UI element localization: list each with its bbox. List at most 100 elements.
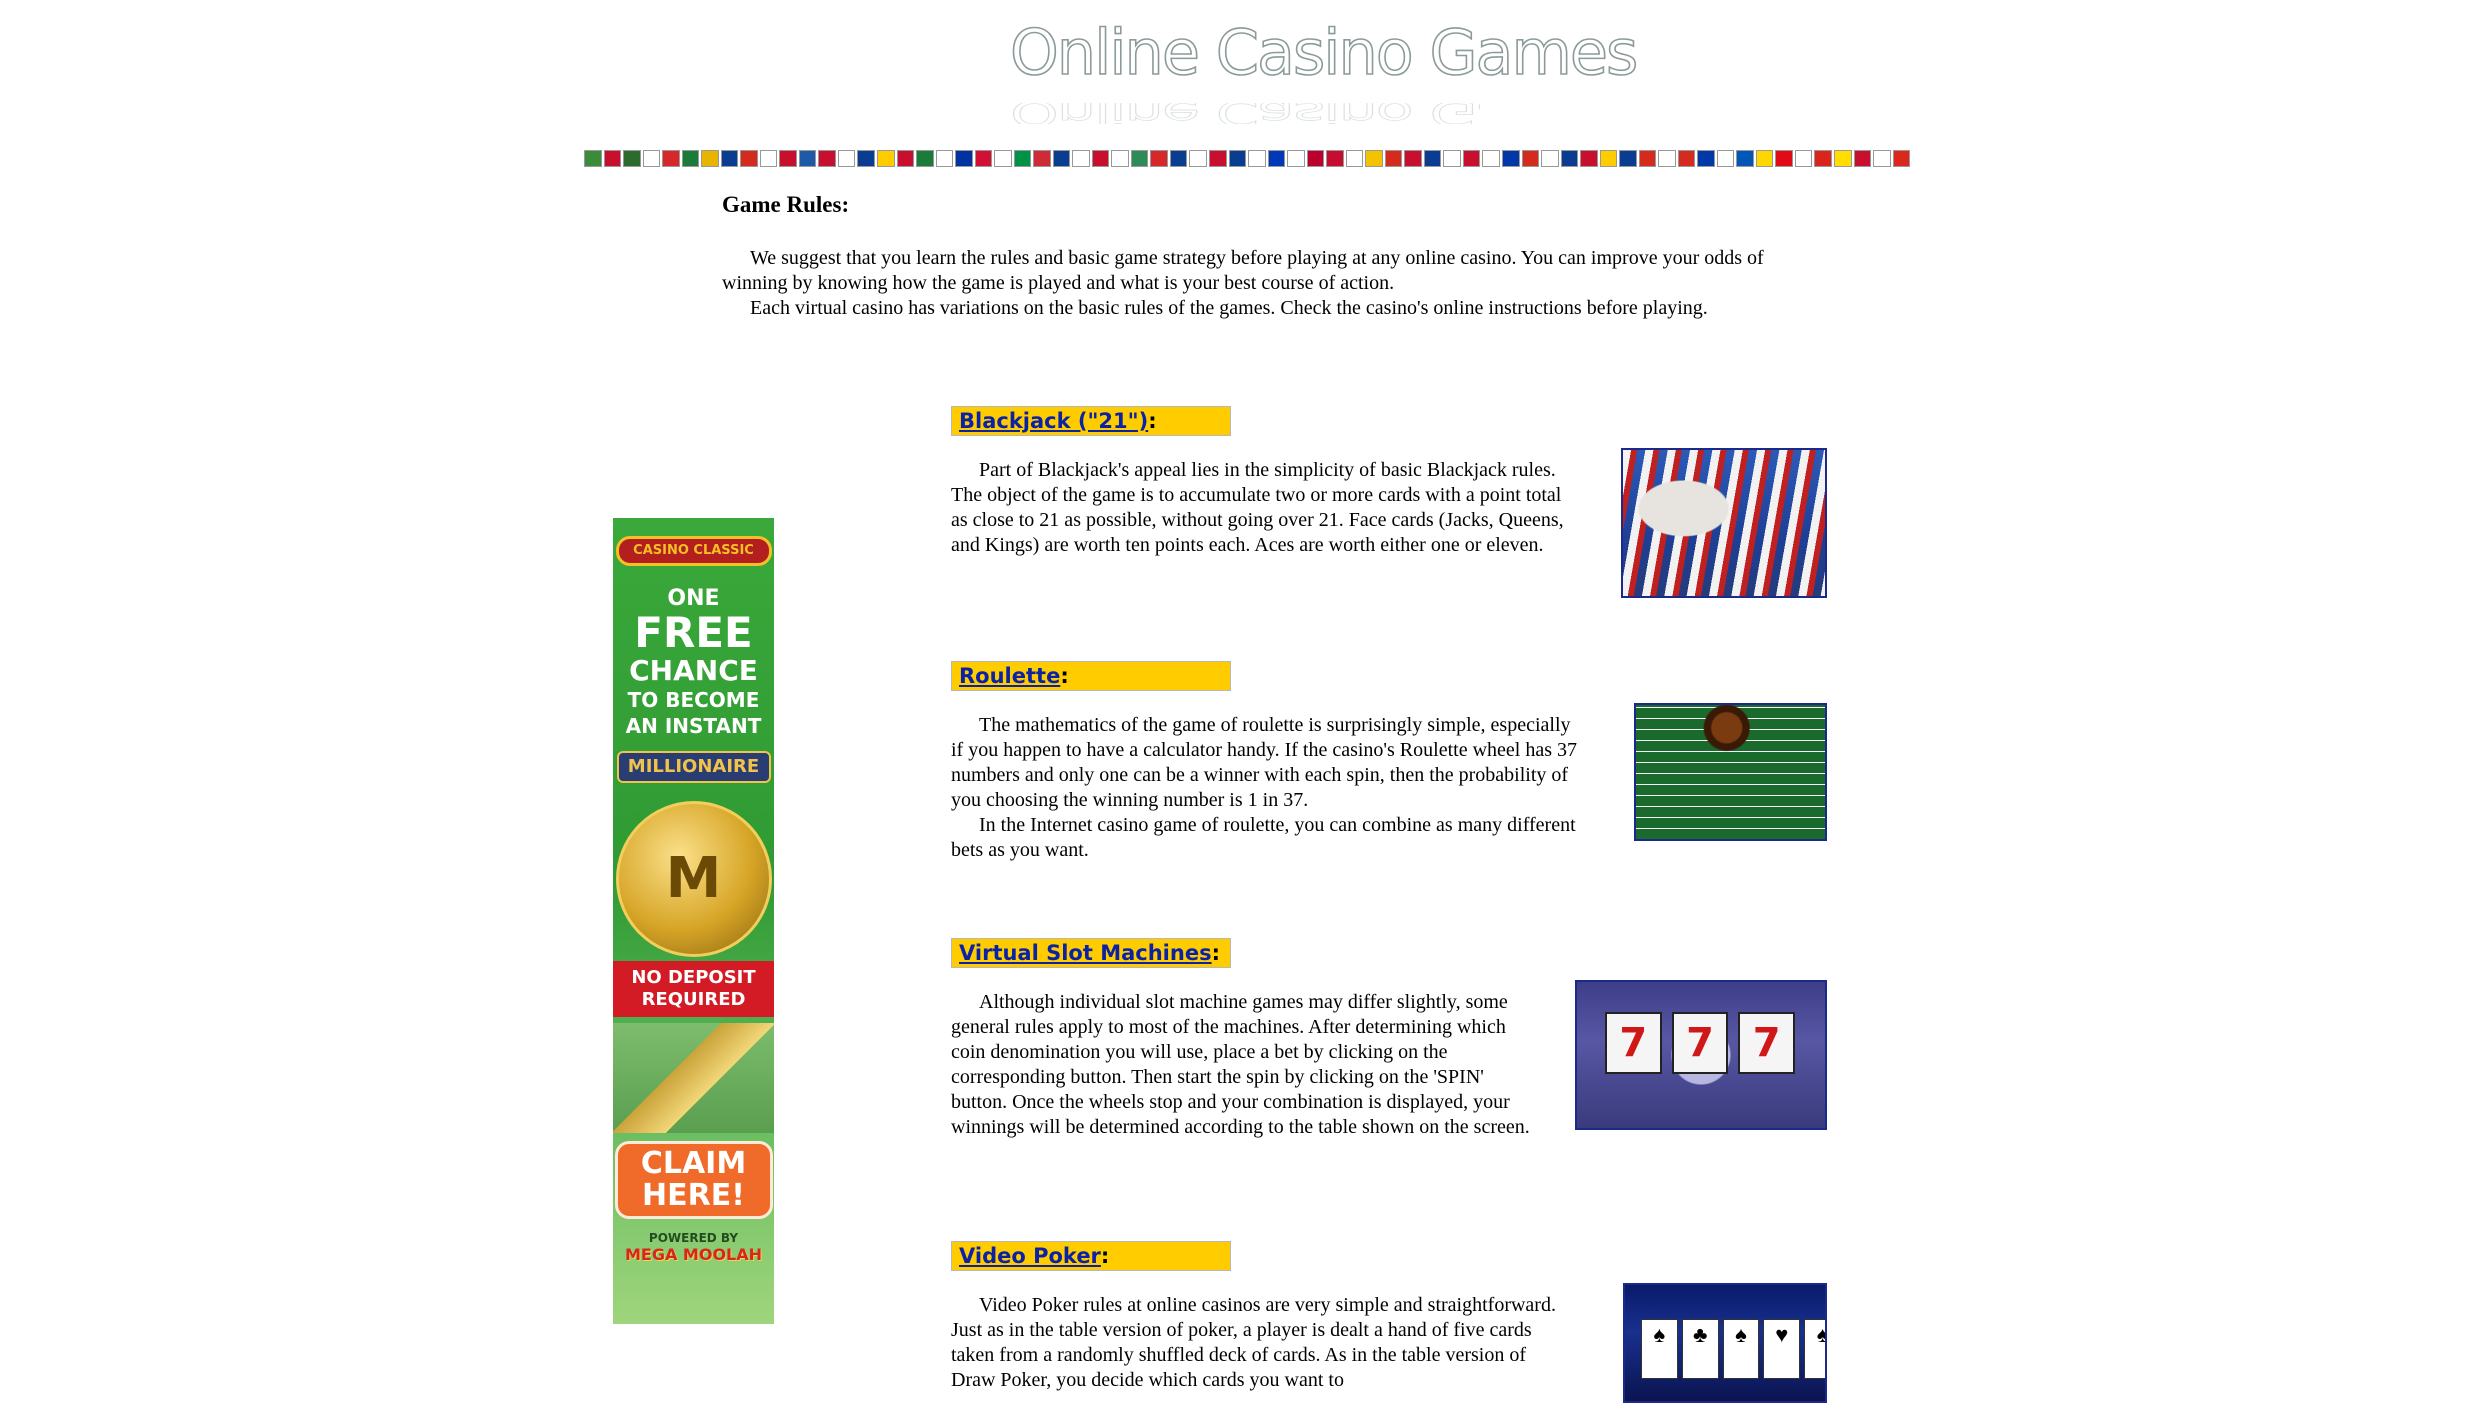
video-poker-link[interactable]: Video Poker [959,1244,1101,1268]
country-flag-icon[interactable] [1834,150,1852,167]
blackjack-body: Part of Blackjack's appeal lies in the s… [951,448,1827,598]
site-logo[interactable]: Online Casino Games Online Casino Games [1009,17,1639,124]
country-flag-icon[interactable] [1033,150,1051,167]
country-flag-icon[interactable] [701,150,719,167]
country-flag-icon[interactable] [1189,150,1207,167]
country-flag-icon[interactable] [1482,150,1500,167]
video-poker-image[interactable]: ♠ ♣ ♠ ♥ ♠ [1623,1283,1827,1403]
country-flag-icon[interactable] [603,150,622,167]
country-flag-icon[interactable] [818,150,836,167]
intro-section: Game Rules: We suggest that you learn th… [722,190,1782,321]
country-flag-icon[interactable] [1443,150,1461,167]
country-flag-icon[interactable] [1384,150,1403,167]
country-flag-icon[interactable] [1736,150,1754,167]
country-flag-icon[interactable] [1501,150,1520,167]
blackjack-paragraph: Part of Blackjack's appeal lies in the s… [951,459,1564,556]
intro-paragraph-2: Each virtual casino has variations on th… [750,297,1708,319]
slot-machine-image[interactable]: 7 7 7 [1575,980,1827,1130]
country-flag-icon[interactable] [740,150,758,167]
country-flag-icon[interactable] [916,150,934,167]
country-flag-icon[interactable] [1892,150,1910,167]
country-flag-icon[interactable] [1873,150,1891,167]
language-flags-bar [584,150,1910,167]
country-flag-icon[interactable] [1306,150,1325,167]
country-flag-icon[interactable] [584,150,602,167]
country-flag-icon[interactable] [1755,150,1774,167]
country-flag-icon[interactable] [1775,150,1793,167]
country-flag-icon[interactable] [857,150,875,167]
roulette-table-image[interactable] [1634,703,1827,841]
country-flag-icon[interactable] [759,150,778,167]
roulette-link[interactable]: Roulette [959,664,1060,688]
blackjack-section: Blackjack ("21"): Part of Blackjack's ap… [951,406,1827,598]
country-flag-icon[interactable] [1130,150,1149,167]
country-flag-icon[interactable] [1287,150,1305,167]
country-flag-icon[interactable] [994,150,1012,167]
blackjack-table-image[interactable] [1621,448,1827,598]
blackjack-header: Blackjack ("21"): [951,406,1231,436]
country-flag-icon[interactable] [1658,150,1676,167]
country-flag-icon[interactable] [1404,150,1422,167]
gold-coin-icon: M [615,801,772,957]
country-flag-icon[interactable] [1091,150,1110,167]
country-flag-icon[interactable] [1521,150,1540,167]
country-flag-icon[interactable] [1580,150,1598,167]
country-flag-icon[interactable] [1365,150,1383,167]
country-flag-icon[interactable] [1423,150,1442,167]
country-flag-icon[interactable] [935,150,954,167]
header-colon: : [1060,664,1069,688]
country-flag-icon[interactable] [1013,150,1032,167]
country-flag-icon[interactable] [1560,150,1579,167]
country-flag-icon[interactable] [1853,150,1872,167]
slot-reels: 7 7 7 [1605,1012,1796,1074]
country-flag-icon[interactable] [1169,150,1188,167]
playing-card: ♠ [1804,1319,1825,1379]
roulette-header: Roulette: [951,661,1231,691]
country-flag-icon[interactable] [1228,150,1247,167]
country-flag-icon[interactable] [779,150,797,167]
blackjack-link[interactable]: Blackjack ("21") [959,409,1148,433]
country-flag-icon[interactable] [1111,150,1129,167]
ad-text-to-become: TO BECOME [627,688,760,712]
country-flag-icon[interactable] [955,150,973,167]
country-flag-icon[interactable] [1462,150,1481,167]
slot-reel: 7 [1738,1012,1796,1074]
video-poker-header: Video Poker: [951,1241,1231,1271]
country-flag-icon[interactable] [1716,150,1735,167]
page-heading: Game Rules: [722,192,850,217]
country-flag-icon[interactable] [1052,150,1071,167]
country-flag-icon[interactable] [623,150,641,167]
playing-card: ♠ [1641,1319,1678,1379]
slots-link[interactable]: Virtual Slot Machines [959,941,1212,965]
casino-ad-banner[interactable]: CASINO CLASSIC ONE FREE CHANCE TO BECOME… [613,518,774,1324]
country-flag-icon[interactable] [1345,150,1364,167]
header-colon: : [1100,1244,1110,1268]
country-flag-icon[interactable] [662,150,680,167]
country-flag-icon[interactable] [1794,150,1813,167]
country-flag-icon[interactable] [837,150,856,167]
country-flag-icon[interactable] [1209,150,1227,167]
header-colon: : [1148,409,1157,433]
country-flag-icon[interactable] [1541,150,1559,167]
country-flag-icon[interactable] [1248,150,1266,167]
roulette-section: Roulette: The mathematics of the game of… [951,661,1827,863]
country-flag-icon[interactable] [1267,150,1286,167]
country-flag-icon[interactable] [1599,150,1618,167]
country-flag-icon[interactable] [896,150,915,167]
country-flag-icon[interactable] [681,150,700,167]
country-flag-icon[interactable] [974,150,993,167]
country-flag-icon[interactable] [642,150,661,167]
country-flag-icon[interactable] [1697,150,1715,167]
country-flag-icon[interactable] [1150,150,1168,167]
country-flag-icon[interactable] [1677,150,1696,167]
country-flag-icon[interactable] [1814,150,1832,167]
country-flag-icon[interactable] [798,150,817,167]
country-flag-icon[interactable] [1619,150,1637,167]
country-flag-icon[interactable] [1638,150,1657,167]
country-flag-icon[interactable] [1072,150,1090,167]
country-flag-icon[interactable] [720,150,739,167]
ad-mega-vault-logo: MILLIONAIRE [616,751,771,783]
country-flag-icon[interactable] [1326,150,1344,167]
claim-here-button[interactable]: CLAIM HERE! [614,1141,773,1219]
country-flag-icon[interactable] [876,150,895,167]
